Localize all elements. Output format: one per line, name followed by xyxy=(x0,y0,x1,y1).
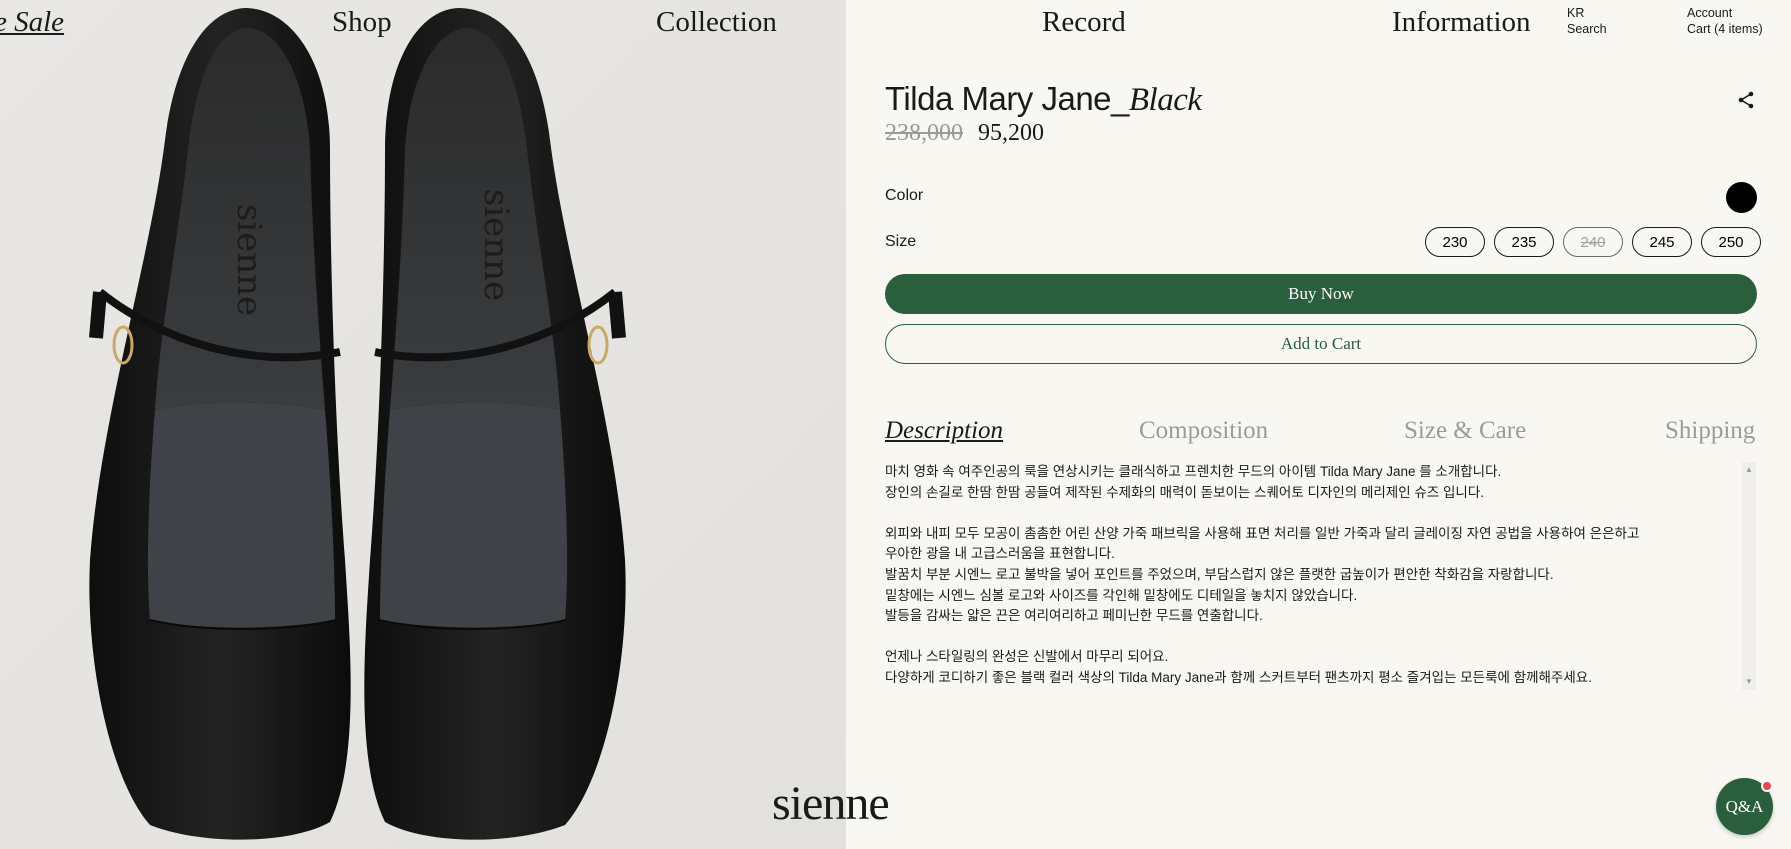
scroll-up-icon[interactable]: ▲ xyxy=(1742,464,1756,476)
tab-composition[interactable]: Composition xyxy=(1139,417,1268,445)
nav-collection[interactable]: Collection xyxy=(656,6,777,39)
right-shoe-brand-mark: sienne xyxy=(476,189,516,301)
size-options: 230 235 240 245 250 xyxy=(1425,227,1761,257)
tab-shipping[interactable]: Shipping xyxy=(1665,417,1755,445)
language-switch[interactable]: KR xyxy=(1567,6,1584,20)
search-link[interactable]: Search xyxy=(1567,22,1607,36)
description-line: 장인의 손길로 한땀 한땀 공들여 제작된 수제화의 매력이 돋보이는 스퀘어토… xyxy=(885,484,1484,500)
shoe-illustration: sienne sienne xyxy=(0,0,846,849)
nav-shop[interactable]: Shop xyxy=(332,6,392,39)
add-to-cart-button[interactable]: Add to Cart xyxy=(885,324,1757,364)
cart-link[interactable]: Cart (4 items) xyxy=(1687,22,1763,36)
product-title: Tilda Mary Jane_Black xyxy=(885,80,1202,119)
buy-now-button[interactable]: Buy Now xyxy=(885,274,1757,314)
scroll-down-icon[interactable]: ▼ xyxy=(1742,676,1756,688)
product-name: Tilda Mary Jane_ xyxy=(885,80,1129,117)
notification-dot-icon xyxy=(1761,780,1773,792)
product-variant: Black xyxy=(1128,82,1202,118)
product-photo: sienne sienne xyxy=(0,0,846,849)
account-link[interactable]: Account xyxy=(1687,6,1732,20)
size-option-230[interactable]: 230 xyxy=(1425,227,1485,257)
description-line: 발꿈치 부분 시엔느 로고 불박을 넣어 포인트를 주었으며, 부담스럽지 않은… xyxy=(885,566,1554,582)
description-line: 외피와 내피 모두 모공이 촘촘한 어린 산양 가죽 패브릭을 사용해 표면 처… xyxy=(885,525,1640,541)
brand-logo[interactable]: sienne xyxy=(772,776,890,831)
size-label: Size xyxy=(885,233,917,250)
tab-description[interactable]: Description xyxy=(885,417,1003,445)
size-option-235[interactable]: 235 xyxy=(1494,227,1554,257)
tab-size-care[interactable]: Size & Care xyxy=(1404,417,1526,445)
color-label: Color xyxy=(885,187,924,204)
sale-price: 95,200 xyxy=(978,120,1044,146)
share-icon[interactable] xyxy=(1736,90,1756,110)
original-price: 238,000 xyxy=(885,120,963,146)
description-line: 마치 영화 속 여주인공의 룩을 연상시키는 클래식하고 프렌치한 무드의 아이… xyxy=(885,464,1502,479)
description-line: 다양하게 코디하기 좋은 블랙 컬러 색상의 Tilda Mary Jane과 … xyxy=(885,669,1592,685)
description-line: 밑창에는 시엔느 심볼 로고와 사이즈를 각인해 밑창에도 디테일을 놓치지 않… xyxy=(885,587,1358,603)
description-line: 발등을 감싸는 얇은 끈은 여리여리하고 페미닌한 무드를 연출합니다. xyxy=(885,608,1263,624)
size-option-245[interactable]: 245 xyxy=(1632,227,1692,257)
description-line: 우아한 광을 내 고급스러움을 표현합니다. xyxy=(885,546,1115,562)
nav-information[interactable]: Information xyxy=(1392,6,1531,39)
description-text: 마치 영화 속 여주인공의 룩을 연상시키는 클래식하고 프렌치한 무드의 아이… xyxy=(885,462,1740,690)
description-line: 언제나 스타일링의 완성은 신발에서 마무리 되어요. xyxy=(885,649,1169,665)
nav-record[interactable]: Record xyxy=(1042,6,1126,39)
nav-sale[interactable]: e Sale xyxy=(0,6,64,39)
description-scrollbar[interactable]: ▲ ▼ xyxy=(1742,462,1756,690)
left-shoe-brand-mark: sienne xyxy=(229,204,269,316)
color-swatch-black[interactable] xyxy=(1726,182,1757,213)
size-option-250[interactable]: 250 xyxy=(1701,227,1761,257)
size-option-240-soldout[interactable]: 240 xyxy=(1563,227,1623,257)
